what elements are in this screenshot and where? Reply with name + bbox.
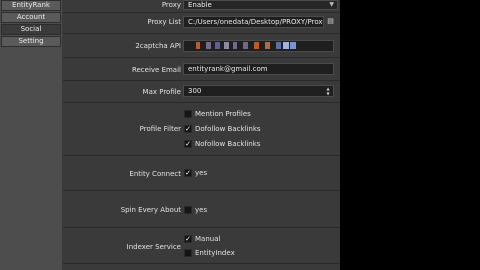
chevron-down-icon: ▼ xyxy=(329,1,334,8)
checkmark-icon[interactable]: ✓ xyxy=(184,235,192,243)
receive-email-label: Receive Email xyxy=(131,66,181,74)
divider xyxy=(63,80,340,81)
proxy-list-label: Proxy List xyxy=(147,18,181,26)
sidebar-item-entityrank[interactable]: EntityRank xyxy=(1,0,61,11)
entity-connect-checkbox[interactable]: ✓ yes xyxy=(184,168,207,178)
divider xyxy=(63,227,340,228)
stepper-arrows-icon[interactable]: ▲ ▼ xyxy=(325,86,331,96)
nofollow-backlinks-checkbox[interactable]: ✓ Nofollow Backlinks xyxy=(184,139,260,149)
folder-icon[interactable]: ▤ xyxy=(326,17,335,26)
sidebar-item-social[interactable]: Social xyxy=(1,24,61,35)
checkmark-icon[interactable]: ✓ xyxy=(184,125,192,133)
checkbox-unchecked-icon[interactable] xyxy=(184,249,192,257)
divider xyxy=(63,33,340,34)
checkbox-unchecked-icon[interactable] xyxy=(184,110,192,118)
checkbox-unchecked-icon[interactable] xyxy=(184,206,192,214)
indexer-manual-checkbox[interactable]: ✓ Manual xyxy=(184,234,220,244)
dofollow-backlinks-checkbox[interactable]: ✓ Dofollow Backlinks xyxy=(184,124,261,134)
divider xyxy=(63,190,340,191)
sidebar-item-setting[interactable]: Setting xyxy=(1,36,61,47)
indexer-entityindex-checkbox[interactable]: EntityIndex xyxy=(184,248,235,258)
captcha-api-label: 2captcha API xyxy=(135,42,181,50)
checkmark-icon[interactable]: ✓ xyxy=(184,140,192,148)
profile-filter-label: Profile Filter xyxy=(139,125,181,133)
checkmark-icon[interactable]: ✓ xyxy=(184,169,192,177)
background-area xyxy=(340,0,480,270)
divider xyxy=(63,12,340,13)
proxy-label: Proxy xyxy=(161,1,181,9)
sidebar-item-account[interactable]: Account xyxy=(1,12,61,23)
proxy-select[interactable]: Enable ▼ xyxy=(183,0,338,10)
spin-every-about-checkbox[interactable]: yes xyxy=(184,205,207,215)
entity-connect-label: Entity Connect xyxy=(129,170,181,178)
max-profile-stepper[interactable]: 300 ▲ ▼ xyxy=(183,85,334,97)
spin-every-about-label: Spin Every About xyxy=(120,206,181,214)
divider xyxy=(63,57,340,58)
divider xyxy=(63,263,340,264)
divider xyxy=(63,155,340,156)
proxy-list-field[interactable]: C:/Users/onedata/Desktop/PROXY/Proxy.txt xyxy=(183,16,324,28)
receive-email-field[interactable]: entityrank@gmail.com xyxy=(183,63,334,75)
max-profile-label: Max Profile xyxy=(142,88,181,96)
indexer-service-label: Indexer Service xyxy=(126,243,181,251)
divider xyxy=(63,102,340,103)
sidebar: EntityRank Account Social Setting xyxy=(0,0,62,48)
max-profile-value: 300 xyxy=(188,87,202,95)
mention-profiles-checkbox[interactable]: Mention Profiles xyxy=(184,109,251,119)
proxy-select-value: Enable xyxy=(188,1,212,9)
